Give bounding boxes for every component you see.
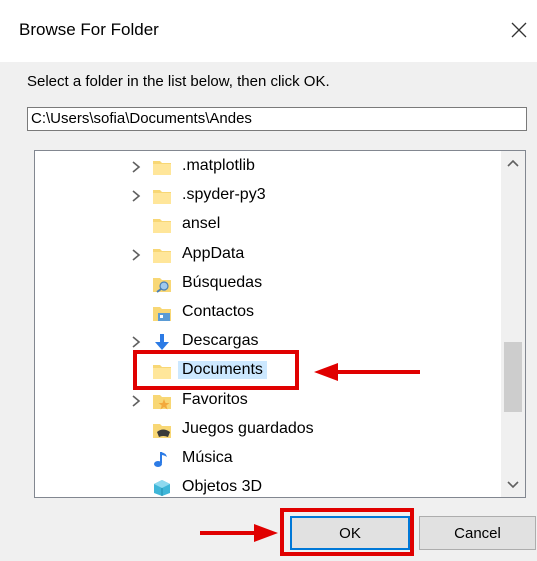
vertical-scrollbar[interactable] <box>501 151 525 497</box>
tree-item[interactable]: Favoritos <box>35 387 498 416</box>
folder-tree[interactable]: .matplotlib .spyder-py3 ansel AppData Búsque… <box>34 150 526 498</box>
folder-icon <box>152 158 172 176</box>
music-note-icon <box>152 450 172 468</box>
window-title: Browse For Folder <box>19 20 159 39</box>
folder-icon <box>152 216 172 234</box>
tree-item-label: Búsquedas <box>182 273 263 291</box>
tree-item-label: .spyder-py3 <box>182 186 266 204</box>
tree-item-label: ansel <box>182 215 221 233</box>
tree-item-label: .matplotlib <box>182 157 255 174</box>
tree-item[interactable]: .matplotlib <box>35 153 498 182</box>
cancel-button[interactable]: Cancel <box>419 516 536 550</box>
tree-item[interactable]: Juegos guardados <box>35 416 498 445</box>
highlight-box-documents <box>133 350 299 390</box>
tree-item[interactable]: Contactos <box>35 299 498 328</box>
chevron-down-icon <box>507 481 519 489</box>
search-folder-icon <box>152 275 172 293</box>
close-button[interactable] <box>501 10 537 50</box>
tree-item-label: Descargas <box>182 332 259 350</box>
expand-chevron-icon[interactable] <box>130 160 142 174</box>
tree-item[interactable]: Objetos 3D <box>35 474 498 497</box>
expand-chevron-icon[interactable] <box>130 189 142 203</box>
scrollbar-thumb[interactable] <box>504 342 522 412</box>
tree-item[interactable]: Búsquedas <box>35 270 498 299</box>
instruction-text: Select a folder in the list below, then … <box>27 73 330 90</box>
saved-games-icon <box>152 421 172 439</box>
tree-item-label: Favoritos <box>182 390 248 408</box>
scroll-down-button[interactable] <box>501 473 525 497</box>
scroll-up-button[interactable] <box>501 151 525 175</box>
folder-icon <box>152 187 172 205</box>
favorites-star-icon <box>152 392 172 410</box>
tree-item-label: Juegos guardados <box>182 419 314 437</box>
tree-item[interactable]: .spyder-py3 <box>35 182 498 211</box>
folder-icon <box>152 246 172 264</box>
tree-item-label: AppData <box>182 244 245 262</box>
tree-item[interactable]: Música <box>35 445 498 474</box>
expand-chevron-icon[interactable] <box>130 394 142 408</box>
title-bar: Browse For Folder <box>0 0 537 62</box>
expand-chevron-icon[interactable] <box>130 335 142 349</box>
close-icon <box>511 22 527 38</box>
expand-chevron-icon[interactable] <box>130 248 142 262</box>
tree-item[interactable]: ansel <box>35 211 498 240</box>
3d-objects-icon <box>152 479 172 497</box>
contacts-folder-icon <box>152 304 172 322</box>
tree-item[interactable]: AppData <box>35 241 498 270</box>
folder-path-field[interactable]: C:\Users\sofia\Documents\Andes <box>27 107 527 131</box>
tree-item-label: Contactos <box>182 303 255 320</box>
tree-item-label: Objetos 3D <box>182 478 263 496</box>
annotation-arrow-icon <box>200 524 278 542</box>
chevron-up-icon <box>507 159 519 167</box>
annotation-arrow-icon <box>314 363 420 381</box>
browse-for-folder-dialog: Browse For Folder Select a folder in the… <box>0 0 537 561</box>
highlight-box-ok <box>280 508 414 556</box>
tree-item-label: Música <box>182 449 233 466</box>
download-arrow-icon <box>152 333 172 351</box>
